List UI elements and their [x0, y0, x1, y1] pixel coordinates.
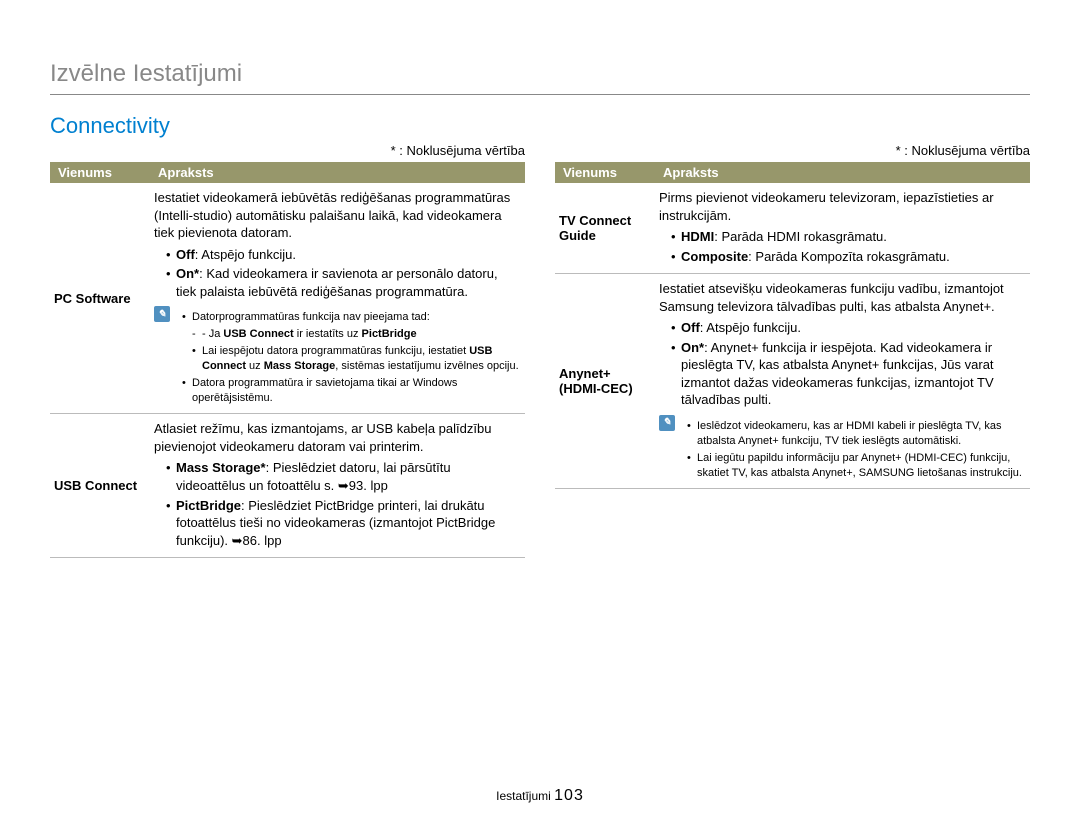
table-row: Anynet+ (HDMI-CEC) Iestatiet atsevišķu v… [555, 274, 1030, 489]
item-name-tv-connect-guide: TV Connect Guide [555, 183, 655, 274]
note-icon: ✎ [659, 415, 675, 431]
desc-text: Pirms pievienot videokameru televizoram,… [659, 190, 994, 223]
right-column: * : Noklusējuma vērtība Vienums Apraksts… [555, 143, 1030, 558]
col-header-item: Vienums [555, 162, 655, 183]
note-item: Ieslēdzot videokameru, kas ar HDMI kabel… [687, 419, 1026, 449]
footer-label: Iestatījumi [496, 789, 554, 803]
note-box: ✎ Ieslēdzot videokameru, kas ar HDMI kab… [659, 415, 1026, 482]
note-item: Lai iespējotu datora programmatūras funk… [182, 344, 521, 374]
item-name-anynet: Anynet+ (HDMI-CEC) [555, 274, 655, 489]
table-row: USB Connect Atlasiet režīmu, kas izmanto… [50, 414, 525, 558]
desc-text: Iestatiet atsevišķu videokameras funkcij… [659, 281, 1004, 314]
list-item: Off: Atspējo funkciju. [166, 246, 521, 264]
table-row: PC Software Iestatiet videokamerā iebūvē… [50, 183, 525, 414]
settings-table-left: Vienums Apraksts PC Software Iestatiet v… [50, 162, 525, 558]
list-item: PictBridge: Pieslēdziet PictBridge print… [166, 497, 521, 550]
list-item: Off: Atspējo funkciju. [671, 319, 1026, 337]
item-desc: Iestatiet videokamerā iebūvētās rediģēša… [150, 183, 525, 414]
list-item: Composite: Parāda Kompozīta rokasgrāmatu… [671, 248, 1026, 266]
item-name-usb-connect: USB Connect [50, 414, 150, 558]
settings-table-right: Vienums Apraksts TV Connect Guide Pirms … [555, 162, 1030, 489]
page-title: Izvēlne Iestatījumi [50, 60, 1030, 95]
item-desc: Iestatiet atsevišķu videokameras funkcij… [655, 274, 1030, 489]
default-value-note-right: * : Noklusējuma vērtība [555, 143, 1030, 158]
col-header-item: Vienums [50, 162, 150, 183]
note-item: Datora programmatūra ir savietojama tika… [182, 376, 521, 406]
list-item: Mass Storage*: Pieslēdziet datoru, lai p… [166, 459, 521, 494]
list-item: HDMI: Parāda HDMI rokasgrāmatu. [671, 228, 1026, 246]
section-title: Connectivity [50, 113, 1030, 139]
note-icon: ✎ [154, 306, 170, 322]
note-item: - Ja USB Connect ir iestatīts uz PictBri… [182, 327, 521, 342]
item-desc: Atlasiet režīmu, kas izmantojams, ar USB… [150, 414, 525, 558]
page-number: 103 [554, 787, 584, 804]
left-column: * : Noklusējuma vērtība Vienums Apraksts… [50, 143, 525, 558]
note-item: Datorprogrammatūras funkcija nav pieejam… [182, 310, 521, 325]
page-footer: Iestatījumi 103 [0, 787, 1080, 805]
note-box: ✎ Datorprogrammatūras funkcija nav pieej… [154, 306, 521, 407]
content-columns: * : Noklusējuma vērtība Vienums Apraksts… [50, 143, 1030, 558]
table-row: TV Connect Guide Pirms pievienot videoka… [555, 183, 1030, 274]
default-value-note-left: * : Noklusējuma vērtība [50, 143, 525, 158]
list-item: On*: Kad videokamera ir savienota ar per… [166, 265, 521, 300]
desc-text: Atlasiet režīmu, kas izmantojams, ar USB… [154, 421, 491, 454]
item-name-pc-software: PC Software [50, 183, 150, 414]
list-item: On*: Anynet+ funkcija ir iespējota. Kad … [671, 339, 1026, 409]
note-item: Lai iegūtu papildu informāciju par Anyne… [687, 451, 1026, 481]
desc-text: Iestatiet videokamerā iebūvētās rediģēša… [154, 190, 510, 240]
col-header-desc: Apraksts [150, 162, 525, 183]
col-header-desc: Apraksts [655, 162, 1030, 183]
item-desc: Pirms pievienot videokameru televizoram,… [655, 183, 1030, 274]
